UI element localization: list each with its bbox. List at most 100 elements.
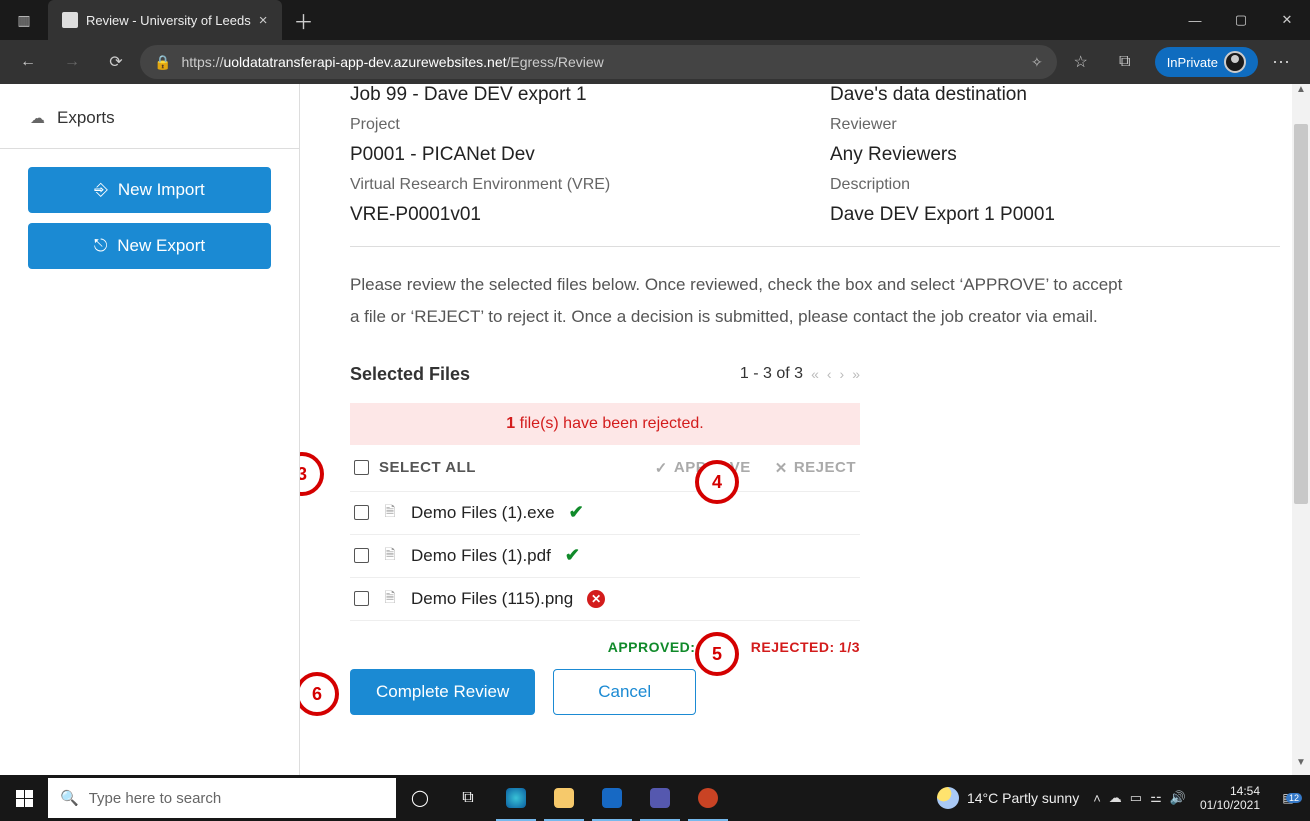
- taskbar-app-outlook[interactable]: [588, 775, 636, 821]
- action-center-icon[interactable]: ▤ 12: [1274, 791, 1302, 805]
- file-checkbox[interactable]: [354, 505, 369, 520]
- file-name: Demo Files (115).png: [411, 589, 573, 609]
- destination-value: Dave's data destination: [830, 84, 1280, 106]
- cloud-upload-icon: ☁: [30, 109, 45, 127]
- tab-title: Review - University of Leeds: [86, 13, 251, 28]
- scroll-thumb[interactable]: [1294, 124, 1308, 504]
- favicon-icon: [62, 12, 78, 28]
- annotation-5: 5: [695, 632, 739, 676]
- select-all-label[interactable]: SELECT ALL: [379, 459, 476, 476]
- prev-page-icon[interactable]: ‹: [827, 366, 832, 382]
- scroll-down-icon[interactable]: ▼: [1292, 757, 1310, 775]
- annotation-4: 4: [695, 460, 739, 504]
- reviewer-value: Any Reviewers: [830, 144, 1280, 166]
- taskbar-app-powerpoint[interactable]: [684, 775, 732, 821]
- pagination: 1 - 3 of 3 « ‹ › »: [740, 365, 860, 383]
- sidebar-item-exports[interactable]: ☁ Exports: [0, 98, 299, 138]
- reject-button[interactable]: ✕ REJECT: [775, 459, 856, 477]
- windows-logo-icon: [16, 790, 33, 807]
- reading-mode-icon[interactable]: ✧: [1031, 54, 1043, 71]
- file-row: 🗎 Demo Files (1).pdf ✔: [350, 535, 860, 578]
- rejected-x-icon: ✕: [587, 590, 605, 608]
- lock-icon: 🔒: [154, 54, 171, 71]
- annotation-3: 3: [300, 452, 324, 496]
- tray-expand-icon[interactable]: ˄: [1093, 791, 1101, 806]
- description-value: Dave DEV Export 1 P0001: [830, 204, 1280, 226]
- page-viewport: ☁ Exports ⎆ New Import ⎋ New Export Job …: [0, 84, 1310, 775]
- description-label: Description: [830, 176, 1280, 194]
- cancel-button[interactable]: Cancel: [553, 669, 696, 715]
- cortana-icon[interactable]: ◯: [396, 775, 444, 821]
- favorites-icon[interactable]: ☆: [1061, 43, 1101, 81]
- taskbar-app-edge[interactable]: [492, 775, 540, 821]
- file-icon: 🗎: [383, 544, 397, 568]
- file-toolbar: SELECT ALL ✓ APPROVE ✕ REJECT: [350, 445, 860, 492]
- notification-badge: 12: [1286, 793, 1302, 803]
- file-icon: 🗎: [383, 501, 397, 525]
- complete-review-button[interactable]: Complete Review: [350, 669, 535, 715]
- address-bar[interactable]: 🔒 https://uoldatatransferapi-app-dev.azu…: [140, 45, 1057, 79]
- taskbar-clock[interactable]: 14:54 01/10/2021: [1194, 784, 1266, 813]
- browser-toolbar: ← → ⟳ 🔒 https://uoldatatransferapi-app-d…: [0, 40, 1310, 84]
- taskbar-search[interactable]: 🔍 Type here to search: [48, 778, 396, 818]
- vre-value: VRE-P0001v01: [350, 204, 800, 226]
- x-icon: ✕: [775, 459, 788, 477]
- new-export-button[interactable]: ⎋ New Export: [28, 223, 271, 269]
- job-name: Job 99 - Dave DEV export 1: [350, 84, 800, 106]
- url-text: https://uoldatatransferapi-app-dev.azure…: [181, 54, 1021, 70]
- search-placeholder: Type here to search: [89, 790, 222, 807]
- taskbar-app-teams[interactable]: [636, 775, 684, 821]
- pagination-range: 1 - 3 of 3: [740, 365, 803, 383]
- scroll-up-icon[interactable]: ▲: [1292, 84, 1310, 102]
- search-icon: 🔍: [60, 789, 79, 807]
- project-label: Project: [350, 116, 800, 134]
- browser-tab[interactable]: Review - University of Leeds ×: [48, 0, 282, 40]
- window-close-button[interactable]: ✕: [1264, 0, 1310, 40]
- taskbar-app-explorer[interactable]: [540, 775, 588, 821]
- weather-widget[interactable]: 14°C Partly sunny: [937, 787, 1079, 809]
- select-all-checkbox[interactable]: [354, 460, 369, 475]
- weather-icon: [937, 787, 959, 809]
- file-row: 🗎 Demo Files (115).png ✕: [350, 578, 860, 621]
- review-summary: APPROVED: 2/3 REJECTED: 1/3: [350, 621, 860, 669]
- wifi-icon[interactable]: ⚍: [1150, 790, 1162, 806]
- next-page-icon[interactable]: ›: [840, 366, 845, 382]
- profile-avatar-icon: [1224, 51, 1246, 73]
- approved-check-icon: ✔: [565, 545, 580, 566]
- file-icon: 🗎: [383, 587, 397, 611]
- sidebar-separator: [0, 148, 299, 149]
- file-checkbox[interactable]: [354, 548, 369, 563]
- task-view-icon[interactable]: ⧉: [444, 775, 492, 821]
- windows-taskbar: 🔍 Type here to search ◯ ⧉ 14°C Partly su…: [0, 775, 1310, 821]
- window-minimize-button[interactable]: —: [1172, 0, 1218, 40]
- onedrive-icon[interactable]: ☁: [1109, 790, 1122, 806]
- annotation-6: 6: [300, 672, 339, 716]
- volume-icon[interactable]: 🔊: [1170, 790, 1186, 806]
- action-row: Complete Review Cancel: [350, 669, 1280, 715]
- forward-button[interactable]: →: [52, 43, 92, 81]
- start-button[interactable]: [0, 775, 48, 821]
- project-value: P0001 - PICANet Dev: [350, 144, 800, 166]
- battery-icon[interactable]: ▭: [1130, 790, 1142, 806]
- window-maximize-button[interactable]: ▢: [1218, 0, 1264, 40]
- first-page-icon[interactable]: «: [811, 366, 819, 382]
- inprivate-badge[interactable]: InPrivate: [1155, 47, 1258, 77]
- rejected-count: REJECTED: 1/3: [751, 639, 860, 655]
- collections-icon[interactable]: ⧉: [1105, 43, 1145, 81]
- back-button[interactable]: ←: [8, 43, 48, 81]
- file-checkbox[interactable]: [354, 591, 369, 606]
- close-tab-icon[interactable]: ×: [259, 12, 268, 29]
- export-icon: ⎋: [94, 236, 107, 256]
- tab-actions-icon[interactable]: ▥: [0, 12, 48, 29]
- new-tab-button[interactable]: ＋: [282, 6, 326, 35]
- browser-menu-button[interactable]: ⋯: [1262, 43, 1302, 81]
- file-row: 🗎 Demo Files (1).exe ✔: [350, 492, 860, 535]
- job-details: Job 99 - Dave DEV export 1 Project P0001…: [350, 84, 1280, 247]
- new-import-button[interactable]: ⎆ New Import: [28, 167, 271, 213]
- selected-files-title: Selected Files: [350, 364, 740, 385]
- vre-label: Virtual Research Environment (VRE): [350, 176, 800, 194]
- files-header: Selected Files 1 - 3 of 3 « ‹ › »: [350, 364, 860, 385]
- refresh-button[interactable]: ⟳: [96, 43, 136, 81]
- page-scrollbar[interactable]: ▲ ▼: [1292, 84, 1310, 775]
- last-page-icon[interactable]: »: [852, 366, 860, 382]
